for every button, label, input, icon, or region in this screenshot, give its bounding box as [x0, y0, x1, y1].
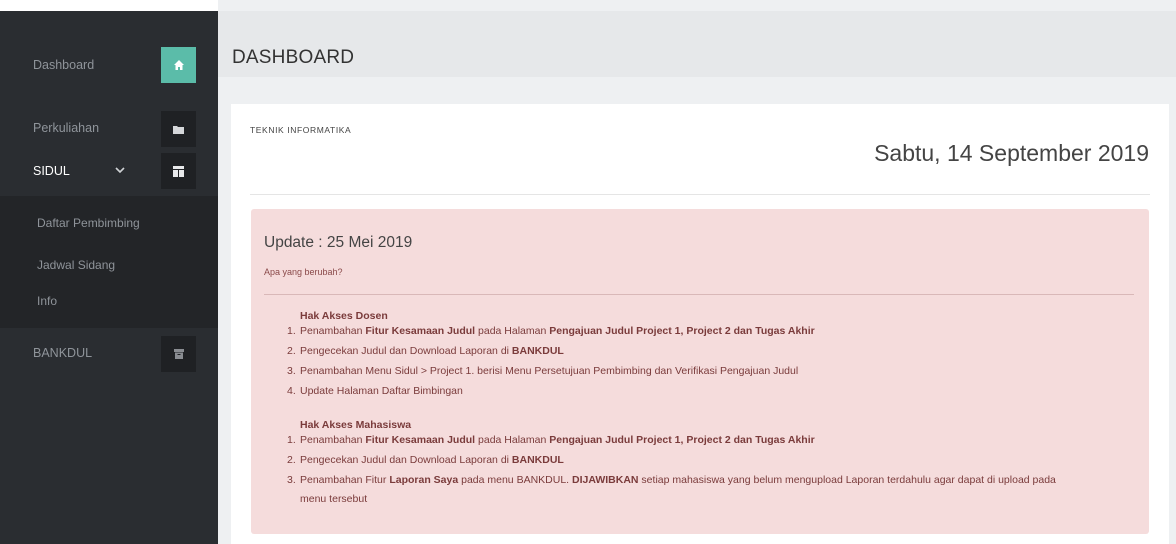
sidebar-subitem-jadwal-sidang[interactable]: Jadwal Sidang — [37, 258, 115, 272]
list-item: 1. Penambahan Fitur Kesamaan Judul pada H… — [287, 434, 815, 446]
list-item: 2. Pengecekan Judul dan Download Laporan … — [287, 345, 564, 357]
folder-icon — [161, 111, 196, 147]
sidebar-item-dashboard[interactable]: Dashboard — [0, 47, 218, 83]
sidebar-item-sidul[interactable]: SIDUL — [0, 153, 218, 189]
page-header: DASHBOARD — [218, 11, 1176, 77]
chevron-down-icon — [115, 162, 125, 177]
sidebar-item-bankdul[interactable]: BANKDUL — [0, 336, 218, 372]
sidebar-item-perkuliahan[interactable]: Perkuliahan — [0, 111, 218, 147]
sidebar-top-strip — [0, 0, 218, 11]
current-date: Sabtu, 14 September 2019 — [874, 140, 1149, 166]
divider — [264, 294, 1134, 295]
list-item: 1. Penambahan Fitur Kesamaan Judul pada H… — [287, 325, 815, 337]
list-item: 3. Penambahan Menu Sidul > Project 1. ber… — [287, 365, 799, 377]
divider — [250, 194, 1150, 195]
sidebar: Dashboard Perkuliahan SIDUL Daftar Pembi… — [0, 0, 218, 544]
section-heading-dosen: Hak Akses Dosen — [300, 310, 388, 322]
update-title: Update : 25 Mei 2019 — [264, 234, 413, 251]
page-title: DASHBOARD — [232, 47, 355, 68]
list-item: 4. Update Halaman Daftar Bimbingan — [287, 385, 463, 397]
dashboard-card: TEKNIK INFORMATIKA Sabtu, 14 September 2… — [231, 104, 1169, 544]
department-label: TEKNIK INFORMATIKA — [250, 125, 352, 135]
archive-icon — [161, 336, 196, 372]
list-item: 2. Pengecekan Judul dan Download Laporan … — [287, 454, 564, 466]
sidebar-item-label: Perkuliahan — [33, 121, 100, 135]
sidebar-item-label: BANKDUL — [33, 346, 93, 360]
sidebar-subitem-daftar-pembimbing[interactable]: Daftar Pembimbing — [37, 216, 140, 230]
sidebar-item-label: Dashboard — [33, 58, 95, 72]
layout-icon — [161, 153, 196, 189]
sidebar-subitem-info[interactable]: Info — [37, 294, 57, 308]
update-alert: Update : 25 Mei 2019 Apa yang berubah? H… — [251, 209, 1149, 534]
home-icon — [161, 47, 196, 83]
sidebar-item-label: SIDUL — [33, 164, 70, 178]
list-item: 3. Penambahan Fitur Laporan Saya pada men… — [287, 474, 1056, 505]
section-heading-mahasiswa: Hak Akses Mahasiswa — [300, 419, 412, 431]
sidul-submenu: Daftar Pembimbing Jadwal Sidang Info — [0, 196, 218, 328]
update-subtitle: Apa yang berubah? — [264, 267, 343, 277]
